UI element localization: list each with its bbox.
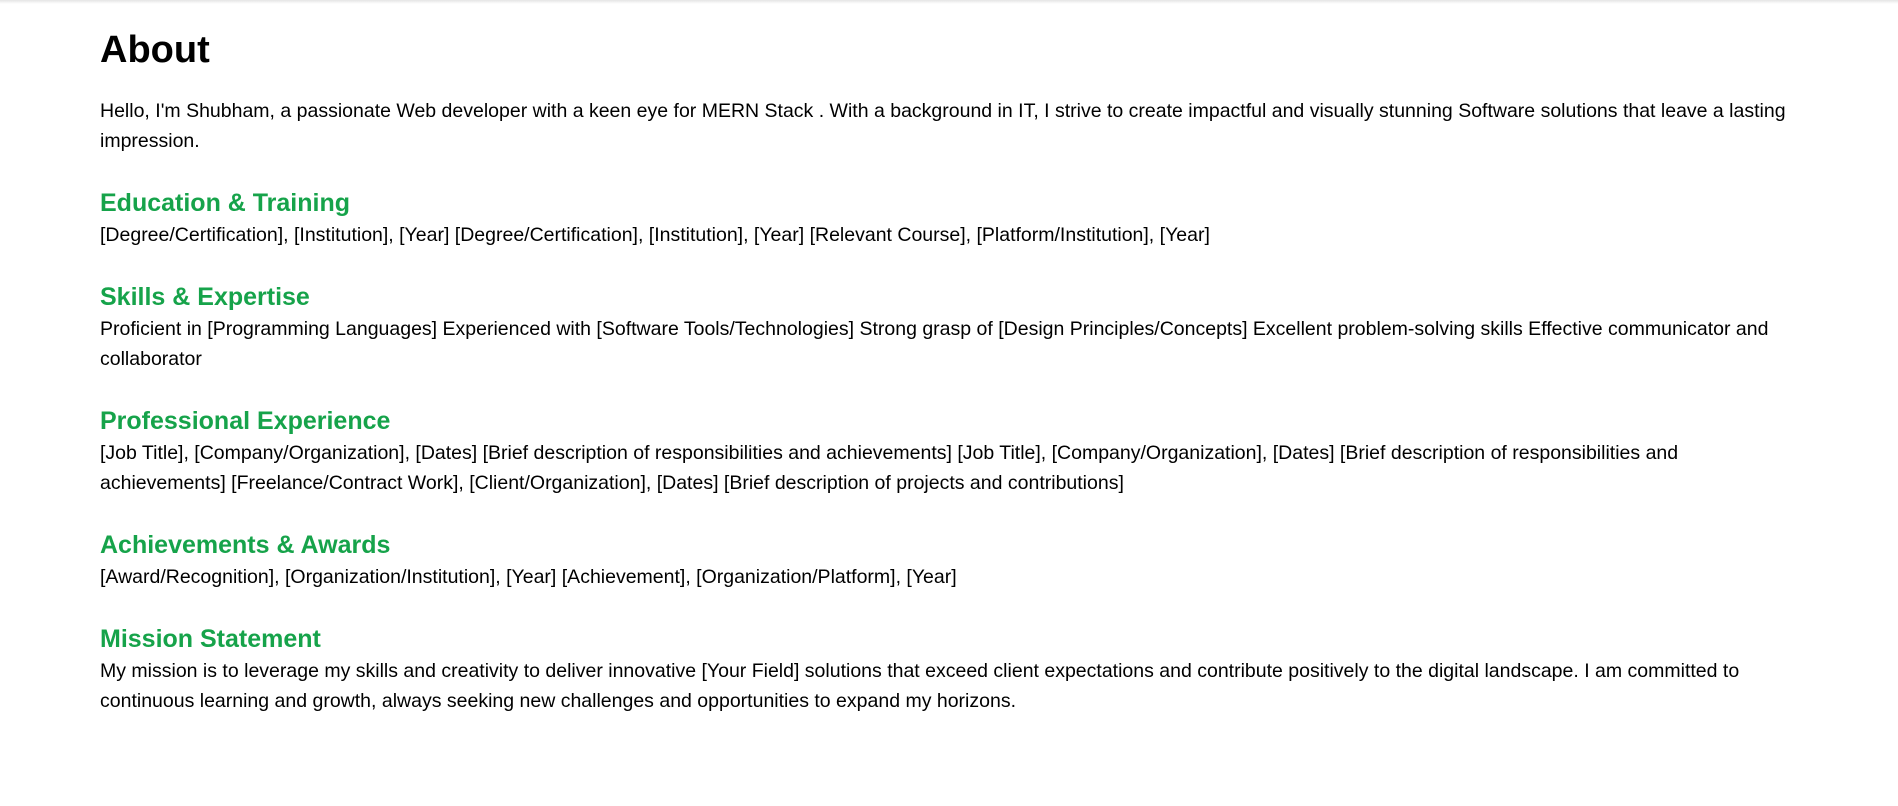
experience-text: [Job Title], [Company/Organization], [Da… <box>100 442 1679 494</box>
experience-heading: Professional Experience <box>100 407 391 435</box>
mission-section: Mission Statement My mission is to lever… <box>100 624 1790 716</box>
achievements-heading: Achievements & Awards <box>100 531 391 559</box>
page-title: About <box>100 29 210 71</box>
achievements-text: [Award/Recognition], [Organization/Insti… <box>100 566 957 588</box>
mission-heading: Mission Statement <box>100 625 321 653</box>
header-shadow <box>0 0 1898 4</box>
about-section: About Hello, I'm Shubham, a passionate W… <box>100 26 1790 716</box>
education-text: [Degree/Certification], [Institution], [… <box>100 224 1210 246</box>
skills-text: Proficient in [Programming Languages] Ex… <box>100 318 1769 370</box>
achievements-section: Achievements & Awards [Award/Recognition… <box>100 530 1790 592</box>
education-heading: Education & Training <box>100 189 351 217</box>
mission-text: My mission is to leverage my skills and … <box>100 660 1740 712</box>
education-section: Education & Training [Degree/Certificati… <box>100 188 1790 250</box>
about-page: About Hello, I'm Shubham, a passionate W… <box>0 0 1898 806</box>
intro-paragraph: Hello, I'm Shubham, a passionate Web dev… <box>100 100 1786 152</box>
skills-heading: Skills & Expertise <box>100 283 310 311</box>
skills-section: Skills & Expertise Proficient in [Progra… <box>100 282 1790 374</box>
experience-section: Professional Experience [Job Title], [Co… <box>100 406 1790 498</box>
